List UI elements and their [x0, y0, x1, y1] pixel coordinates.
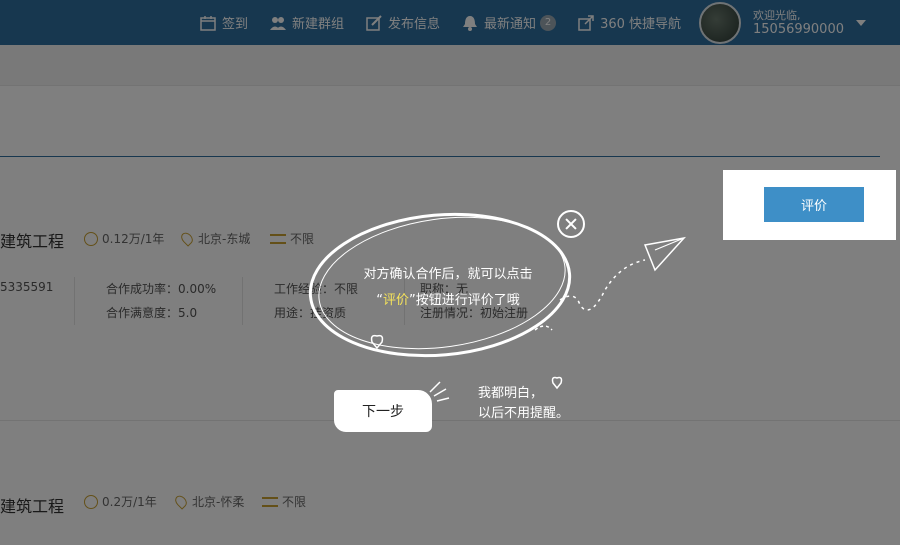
guide-highlight: 评价 [382, 293, 409, 308]
dismiss-line-1: 我都明白， [478, 386, 544, 401]
heart-icon [370, 334, 384, 350]
spark-line [433, 388, 447, 397]
next-step-button[interactable]: 下一步 [334, 390, 432, 432]
close-icon[interactable] [557, 210, 585, 238]
quote-close: ” [409, 293, 416, 308]
guide-line-2-rest: 按钮进行评价了哦 [415, 293, 520, 308]
spark-line [436, 397, 450, 402]
guide-line-2: “评价”按钮进行评价了哦 [318, 288, 578, 314]
dont-remind-link[interactable]: 我都明白， 以后不用提醒。 [478, 384, 569, 424]
paper-plane-fold [654, 237, 685, 251]
paper-plane-icon [643, 236, 687, 272]
guide-line-1: 对方确认合作后，就可以点击 [363, 267, 533, 282]
guide-message: 对方确认合作后，就可以点击 “评价”按钮进行评价了哦 [318, 262, 578, 314]
spark-line [429, 381, 441, 393]
quote-open: “ [376, 293, 383, 308]
dismiss-line-2: 以后不用提醒。 [478, 406, 570, 421]
